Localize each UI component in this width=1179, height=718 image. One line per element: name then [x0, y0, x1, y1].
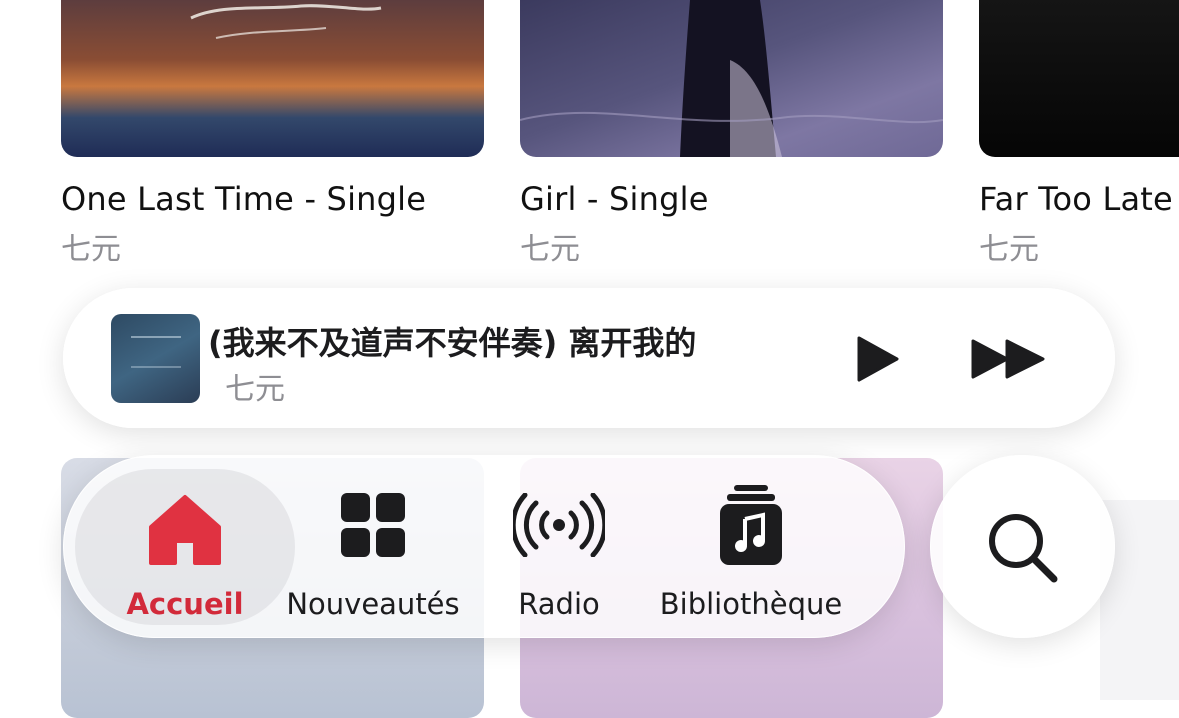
album-artwork	[979, 0, 1179, 157]
tab-new[interactable]: Nouveautés	[285, 469, 461, 625]
album-artwork	[61, 0, 484, 157]
tab-home[interactable]: Accueil	[75, 469, 295, 625]
tab-home-label: Accueil	[126, 587, 244, 621]
mini-player[interactable]: (我来不及道声不安伴奏) 离开我的 七元	[63, 288, 1115, 428]
search-button[interactable]	[930, 455, 1115, 638]
broadcast-icon	[510, 492, 608, 561]
tab-radio[interactable]: Radio	[473, 469, 645, 625]
album-artist: 七元	[61, 232, 121, 267]
music-library-icon	[720, 485, 782, 569]
fast-forward-icon	[971, 339, 1045, 379]
play-icon	[857, 336, 899, 382]
house-icon	[149, 493, 221, 569]
tab-radio-label: Radio	[518, 587, 600, 621]
tab-new-label: Nouveautés	[286, 587, 460, 621]
album-artwork	[520, 0, 943, 157]
magnifier-icon	[989, 514, 1058, 583]
play-button[interactable]	[853, 335, 901, 383]
album-title: Girl - Single	[520, 180, 709, 218]
album-artist: 七元	[979, 232, 1039, 267]
now-playing-artist: 七元	[225, 372, 285, 407]
grid-icon	[341, 493, 405, 561]
album-artist: 七元	[520, 232, 580, 267]
next-track-button[interactable]	[969, 335, 1049, 383]
now-playing-artwork	[111, 314, 200, 403]
album-title: One Last Time - Single	[61, 180, 427, 218]
tab-library-label: Bibliothèque	[659, 587, 843, 621]
tab-bar: Accueil Nouveautés Radio Bibliothèque	[63, 455, 905, 638]
album-title: Far Too Late	[979, 180, 1173, 218]
now-playing-title: (我来不及道声不安伴奏) 离开我的	[208, 324, 697, 362]
tab-library[interactable]: Bibliothèque	[653, 469, 849, 625]
